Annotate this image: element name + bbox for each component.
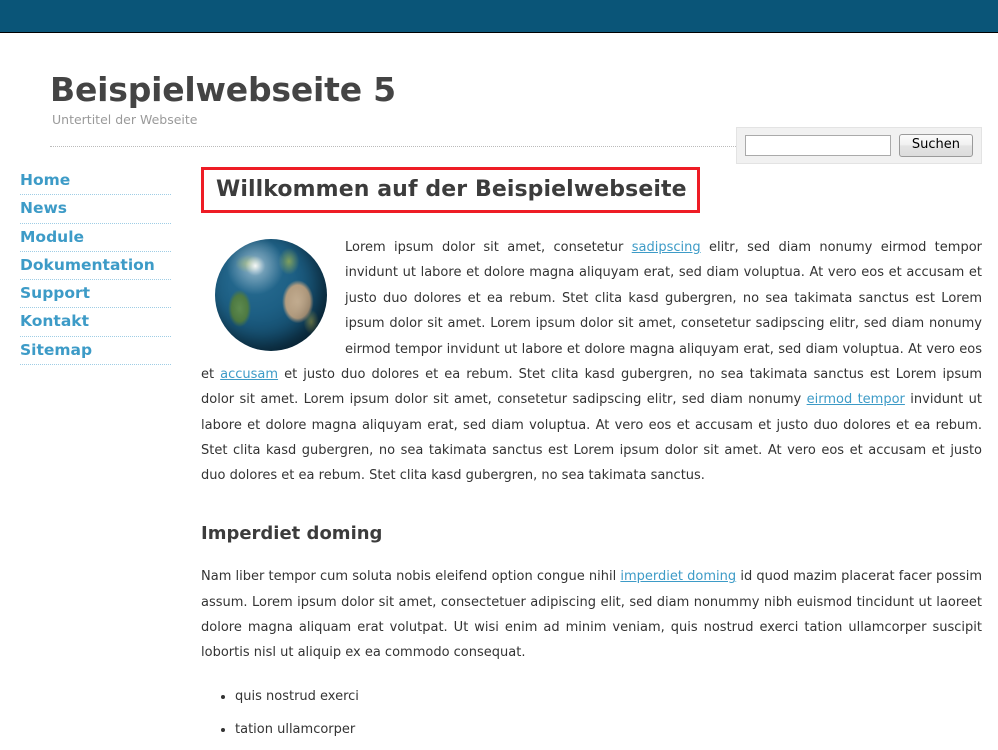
main-content: Willkommen auf der Beispielwebseite Lore… [171,166,982,750]
sidebar-item-dokumentation[interactable]: Dokumentation [20,252,171,279]
welcome-heading: Willkommen auf der Beispielwebseite [201,166,700,214]
feature-bullet-list: quis nostrud exerci tation ullamcorper [201,684,982,743]
globe-icon [215,239,327,352]
list-item: News [20,195,171,224]
top-accent-bar [0,0,998,33]
main-columns: Home News Module Dokumentation Support K… [16,147,982,750]
main-navigation: Home News Module Dokumentation Support K… [20,167,171,365]
sidebar: Home News Module Dokumentation Support K… [16,167,171,365]
link-imperdiet-doming[interactable]: imperdiet doming [620,569,736,584]
sidebar-item-home[interactable]: Home [20,167,171,194]
imperdiet-paragraph: Nam liber tempor cum soluta nobis eleife… [201,564,982,665]
sidebar-item-sitemap[interactable]: Sitemap [20,337,171,364]
sidebar-item-module[interactable]: Module [20,224,171,251]
list-item: Dokumentation [20,252,171,281]
link-accusam[interactable]: accusam [220,367,278,382]
link-sadipscing[interactable]: sadipscing [632,240,701,255]
intro-paragraph: Lorem ipsum dolor sit amet, consetetur s… [201,235,982,488]
imperdiet-text-1: Nam liber tempor cum soluta nobis eleife… [201,569,621,585]
search-form: Suchen [735,127,982,164]
list-item: tation ullamcorper [235,717,982,742]
search-submit-button[interactable]: Suchen [898,134,973,157]
link-eirmod-tempor[interactable]: eirmod tempor [807,392,905,407]
list-item: Kontakt [20,308,171,337]
nav-list: Home News Module Dokumentation Support K… [20,167,171,365]
list-item: Home [20,167,171,196]
page-title: Beispielwebseite 5 [50,70,396,109]
list-item: quis nostrud exerci [235,684,982,709]
site-header: Beispielwebseite 5 Untertitel der Websei… [16,33,982,164]
search-input[interactable] [744,134,891,156]
intro-text-1: Lorem ipsum dolor sit amet, consetetur [345,240,632,256]
list-item: Sitemap [20,337,171,365]
sidebar-item-support[interactable]: Support [20,280,171,307]
sidebar-item-kontakt[interactable]: Kontakt [20,308,171,335]
page-wrapper: Beispielwebseite 5 Untertitel der Websei… [0,33,998,750]
section-heading-imperdiet: Imperdiet doming [201,522,383,544]
list-item: Support [20,280,171,309]
page-subtitle: Untertitel der Webseite [52,111,198,127]
sidebar-item-news[interactable]: News [20,195,171,222]
list-item: Module [20,224,171,252]
